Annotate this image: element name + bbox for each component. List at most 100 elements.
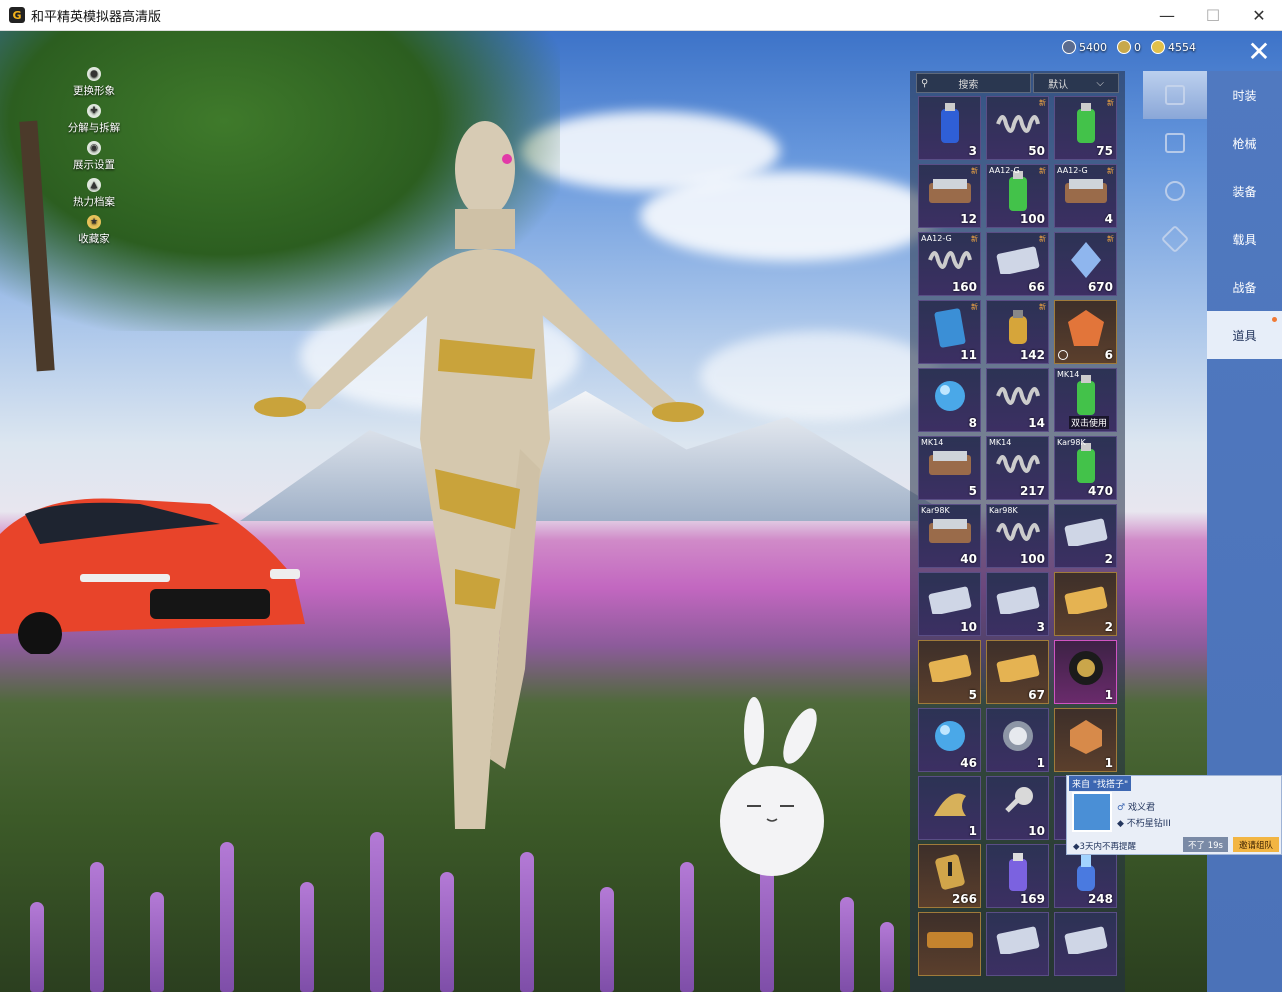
window-title: 和平精英模拟器高清版	[31, 9, 162, 25]
display-settings-button[interactable]: ◉ 展示设置	[54, 141, 134, 178]
window-close-button[interactable]: ✕	[1236, 0, 1282, 31]
item-quantity: 1	[1104, 688, 1113, 702]
inventory-item[interactable]: 3	[986, 572, 1049, 636]
inventory-item[interactable]: 266	[918, 844, 981, 908]
inventory-item[interactable]: 5	[918, 640, 981, 704]
ticket-icon	[928, 586, 972, 618]
inventory-item[interactable]: 2	[1054, 572, 1117, 636]
decompose-button[interactable]: ✚ 分解与拆解	[54, 104, 134, 141]
category-fashion[interactable]: 时装	[1207, 71, 1282, 119]
double-click-use-hint: 双击使用	[1069, 416, 1110, 429]
banner-icon	[925, 928, 975, 956]
invite-source: 来自 "找搭子"	[1069, 776, 1132, 791]
inventory-item[interactable]: 14	[986, 368, 1049, 432]
potion-icon	[1071, 851, 1101, 897]
inventory-item[interactable]: 新 66	[986, 232, 1049, 296]
item-quantity: 169	[1019, 892, 1045, 906]
inventory-item[interactable]: MK14 217	[986, 436, 1049, 500]
item-quantity: 3	[968, 144, 977, 158]
spring-icon	[995, 109, 1040, 143]
category-items[interactable]: 道具	[1207, 311, 1282, 359]
inventory-item[interactable]: AA12-G 新 160	[918, 232, 981, 296]
token-balance[interactable]: 0	[1117, 40, 1141, 54]
inventory-item[interactable]: 46	[918, 708, 981, 772]
inventory-item[interactable]: MK14 5	[918, 436, 981, 500]
avatar[interactable]	[1072, 792, 1112, 832]
subtab-fireworks[interactable]	[1143, 167, 1207, 215]
ticket-gold-icon	[996, 654, 1040, 686]
change-appearance-button[interactable]: ● 更换形象	[54, 67, 134, 104]
inventory-item[interactable]: 新 11	[918, 300, 981, 364]
heat-profile-button[interactable]: ▲ 热力档案	[54, 178, 134, 215]
inventory-item[interactable]: 3	[918, 96, 981, 160]
inventory-item[interactable]	[986, 912, 1049, 976]
inventory-item[interactable]: 新 12	[918, 164, 981, 228]
item-quantity: 12	[960, 212, 977, 226]
inventory-item[interactable]: 169	[986, 844, 1049, 908]
inventory-item[interactable]: AA12-G 新 4	[1054, 164, 1117, 228]
invite-player-name: ♂ 戏义君	[1117, 800, 1155, 813]
inventory-item[interactable]: MK14 双击使用	[1054, 368, 1117, 432]
inventory-item[interactable]: 新 75	[1054, 96, 1117, 160]
maximize-button[interactable]: ☐	[1190, 0, 1236, 31]
gold-balance[interactable]: 4554	[1151, 40, 1196, 54]
subtab-cards[interactable]	[1143, 71, 1207, 119]
left-side-menu: ● 更换形象 ✚ 分解与拆解 ◉ 展示设置 ▲ 热力档案 ★ 收藏家	[54, 67, 134, 252]
inventory-item[interactable]: 10	[918, 572, 981, 636]
can-green-icon	[1073, 102, 1099, 149]
sort-dropdown[interactable]: 默认 ⌵	[1033, 73, 1119, 93]
subtab-vouchers[interactable]	[1143, 215, 1207, 263]
category-equipment[interactable]: 装备	[1207, 167, 1282, 215]
inventory-item[interactable]: 8	[918, 368, 981, 432]
coupon-balance[interactable]: 5400	[1062, 40, 1107, 54]
inventory-item[interactable]	[1054, 912, 1117, 976]
ticket-icon	[996, 926, 1040, 958]
inventory-item[interactable]: 1	[1054, 708, 1117, 772]
category-firearms[interactable]: 枪械	[1207, 119, 1282, 167]
item-weapon-tag: MK14	[989, 438, 1012, 447]
search-input[interactable]: ⚲ 搜索	[916, 73, 1032, 93]
mummy-character	[254, 121, 704, 829]
inventory-item[interactable]: 1	[918, 776, 981, 840]
inventory-item[interactable]	[918, 912, 981, 976]
inventory-item[interactable]: Kar98K 470	[1054, 436, 1117, 500]
item-quantity: 6	[1104, 348, 1113, 362]
chevron-down-icon: ⌵	[1096, 77, 1104, 89]
display-settings-label: 展示设置	[73, 159, 115, 171]
item-quantity: 66	[1028, 280, 1045, 294]
inventory-item[interactable]: 67	[986, 640, 1049, 704]
subtab-calendar[interactable]	[1143, 119, 1207, 167]
inventory-item[interactable]: 1	[1054, 640, 1117, 704]
close-icon[interactable]: ✕	[1242, 35, 1276, 69]
inventory-item[interactable]: 1	[986, 708, 1049, 772]
item-quantity: 1	[1104, 756, 1113, 770]
inventory-item[interactable]: Kar98K 100	[986, 504, 1049, 568]
category-vehicles[interactable]: 载具	[1207, 215, 1282, 263]
inventory-item[interactable]: AA12-G 新 100	[986, 164, 1049, 228]
inventory-item[interactable]: 新 50	[986, 96, 1049, 160]
category-combat-prep[interactable]: 战备	[1207, 263, 1282, 311]
inventory-item[interactable]: 6	[1054, 300, 1117, 364]
gold-coin-icon	[1151, 40, 1165, 54]
item-quantity: 46	[960, 756, 977, 770]
inventory-item[interactable]: 新 670	[1054, 232, 1117, 296]
collector-button[interactable]: ★ 收藏家	[54, 215, 134, 252]
minimize-button[interactable]: —	[1144, 0, 1190, 31]
dont-remind-toggle[interactable]: ◆3天内不再提醒	[1073, 840, 1136, 852]
new-badge: 新	[1039, 99, 1046, 107]
person-icon: ●	[87, 67, 101, 81]
inventory-item[interactable]: 10	[986, 776, 1049, 840]
ticket-icon	[996, 246, 1040, 278]
inventory-item[interactable]: Kar98K 40	[918, 504, 981, 568]
inventory-item[interactable]: 新 142	[986, 300, 1049, 364]
accept-invite-button[interactable]: 邀请组队	[1233, 837, 1279, 852]
dragon-icon	[930, 786, 970, 826]
inventory-item[interactable]: 2	[1054, 504, 1117, 568]
decompose-label: 分解与拆解	[67, 122, 121, 134]
voucher-icon	[1160, 224, 1190, 254]
item-weapon-tag: AA12-G	[989, 166, 1020, 175]
decline-button[interactable]: 不了 19s	[1183, 837, 1228, 852]
item-quantity: 248	[1087, 892, 1113, 906]
currency-bar: 5400 0 4554	[1062, 40, 1196, 54]
rank-label: 不朽星钻III	[1126, 819, 1171, 829]
